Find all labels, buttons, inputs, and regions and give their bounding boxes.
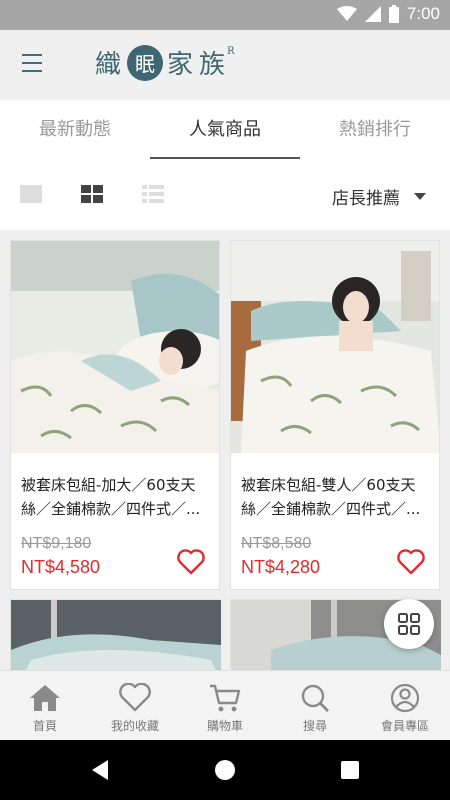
product-title[interactable]: 被套床包組-加大／60支天絲／全鋪棉款／四件式／... <box>11 453 219 533</box>
search-icon <box>301 684 329 712</box>
menu-icon[interactable] <box>22 54 48 76</box>
nav-home[interactable]: 首頁 <box>0 671 90 740</box>
tab-popular[interactable]: 人氣商品 <box>150 100 300 160</box>
tab-best-sellers[interactable]: 熱銷排行 <box>300 100 450 160</box>
sale-price: NT$4,280 <box>241 557 321 577</box>
nav-label: 我的收藏 <box>110 719 159 733</box>
cart-icon <box>210 684 241 712</box>
bottom-nav: 首頁 我的收藏 購物車 搜尋 會員專區 <box>0 670 450 740</box>
original-price: NT$8,580 <box>241 535 312 552</box>
single-view-icon[interactable] <box>20 185 42 203</box>
grid-menu-icon <box>398 613 420 635</box>
list-view-icon[interactable] <box>142 185 164 203</box>
brand-char: 族 <box>199 50 228 80</box>
wifi-icon <box>336 6 357 21</box>
brand-char: 家 <box>167 50 196 80</box>
status-bar: 7:00 <box>0 0 450 30</box>
nav-member[interactable]: 會員專區 <box>360 671 450 740</box>
nav-label: 首頁 <box>32 719 57 733</box>
product-grid: 被套床包組-加大／60支天絲／全鋪棉款／四件式／... NT$9,180 NT$… <box>0 230 450 670</box>
nav-label: 購物車 <box>206 719 243 733</box>
caret-down-icon <box>414 193 426 200</box>
status-time: 7:00 <box>406 4 440 23</box>
grid-view-icon[interactable] <box>81 185 103 203</box>
brand-char-circle: 眠 <box>127 44 164 81</box>
battery-icon <box>388 5 399 23</box>
sort-dropdown[interactable]: 店長推薦 <box>332 184 426 209</box>
heart-icon <box>119 683 151 712</box>
registered-mark: R <box>227 46 237 57</box>
app-bar: 織 眠 家 族 R <box>0 30 450 100</box>
brand-logo: 織 眠 家 族 R <box>95 44 237 81</box>
nav-label: 會員專區 <box>380 719 429 733</box>
nav-label: 搜尋 <box>302 719 327 733</box>
favorite-heart-icon[interactable] <box>177 549 205 575</box>
category-fab[interactable] <box>384 599 434 649</box>
product-image[interactable] <box>11 600 221 670</box>
original-price: NT$9,180 <box>21 535 92 552</box>
brand-char: 織 <box>95 50 124 80</box>
user-icon <box>390 683 420 713</box>
product-card[interactable]: 被套床包組-雙人／60支天絲／全鋪棉款／四件式／... NT$8,580 NT$… <box>230 240 440 590</box>
system-nav-bar <box>0 740 450 800</box>
signal-icon <box>364 6 381 22</box>
product-image[interactable] <box>11 241 219 453</box>
tab-latest[interactable]: 最新動態 <box>0 100 150 160</box>
tab-bar: 最新動態 人氣商品 熱銷排行 <box>0 100 450 160</box>
sale-price: NT$4,580 <box>21 557 101 577</box>
view-toolbar: 店長推薦 <box>0 160 450 230</box>
recents-icon[interactable] <box>340 760 360 780</box>
nav-search[interactable]: 搜尋 <box>270 671 360 740</box>
sort-label: 店長推薦 <box>332 189 400 209</box>
home-circle-icon[interactable] <box>214 759 236 781</box>
nav-favorites[interactable]: 我的收藏 <box>90 671 180 740</box>
nav-cart[interactable]: 購物車 <box>180 671 270 740</box>
home-icon <box>30 685 60 711</box>
favorite-heart-icon[interactable] <box>397 549 425 575</box>
product-card[interactable]: 被套床包組-加大／60支天絲／全鋪棉款／四件式／... NT$9,180 NT$… <box>10 240 220 590</box>
product-image[interactable] <box>231 241 439 453</box>
product-card[interactable] <box>10 599 221 670</box>
back-icon[interactable] <box>90 759 110 781</box>
product-title[interactable]: 被套床包組-雙人／60支天絲／全鋪棉款／四件式／... <box>231 453 439 533</box>
